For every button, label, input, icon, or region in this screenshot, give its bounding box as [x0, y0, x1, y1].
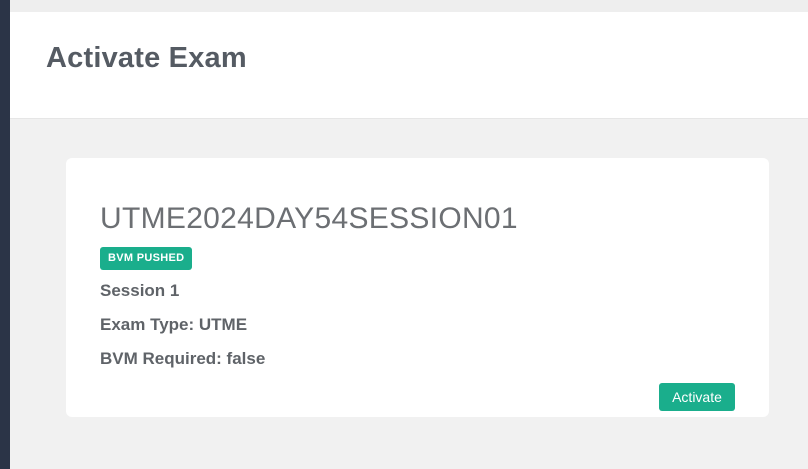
main-content: UTME2024DAY54SESSION01 BVM PUSHED Sessio… [10, 119, 808, 469]
session-label: Session 1 [100, 281, 180, 300]
page-title: Activate Exam [46, 42, 247, 74]
exam-type-label: Exam Type: UTME [100, 315, 248, 334]
activate-button[interactable]: Activate [659, 383, 735, 411]
exam-code-title: UTME2024DAY54SESSION01 [100, 202, 518, 235]
bvm-status-badge: BVM PUSHED [100, 247, 193, 270]
sidebar-edge [0, 0, 10, 469]
app-frame: Activate Exam UTME2024DAY54SESSION01 BVM… [0, 0, 808, 469]
exam-card: UTME2024DAY54SESSION01 BVM PUSHED Sessio… [66, 158, 769, 417]
top-strip [10, 0, 808, 12]
bvm-required-label: BVM Required: false [100, 349, 266, 368]
page-header: Activate Exam [10, 12, 808, 119]
